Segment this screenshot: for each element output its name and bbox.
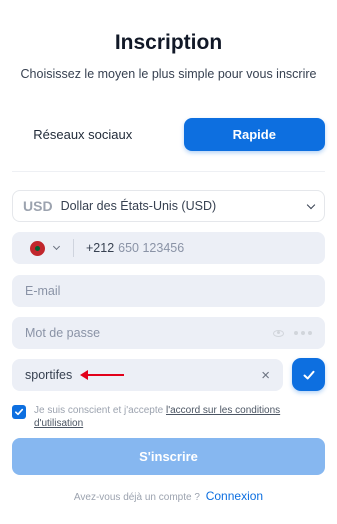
chevron-down-icon	[306, 200, 316, 209]
checkmark-icon	[15, 408, 24, 416]
registration-tabs: Réseaux sociaux Rapide	[12, 118, 325, 151]
email-placeholder: E-mail	[25, 284, 61, 298]
annotation-arrow-icon	[80, 370, 124, 380]
generate-password-icon[interactable]	[294, 331, 312, 335]
tab-social-networks[interactable]: Réseaux sociaux	[12, 118, 154, 151]
checkmark-icon	[303, 370, 314, 379]
terms-checkbox[interactable]	[12, 405, 26, 419]
eye-icon[interactable]	[273, 329, 284, 337]
currency-code: USD	[23, 198, 53, 214]
login-prompt: Avez-vous déjà un compte ? Connexion	[0, 489, 337, 503]
separator	[73, 239, 74, 257]
phone-field[interactable]: +212 650 123456	[12, 232, 325, 264]
promo-code-field[interactable]: sportifes ×	[12, 359, 283, 391]
phone-prefix: +212	[86, 241, 115, 255]
terms-text-block: Je suis conscient et j'accepte l'accord …	[34, 404, 325, 430]
terms-text: Je suis conscient et j'accepte	[34, 405, 164, 416]
clear-icon[interactable]: ×	[261, 367, 270, 384]
register-button[interactable]: S'inscrire	[12, 438, 325, 475]
registration-modal: Inscription Choisissez le moyen le plus …	[0, 0, 337, 524]
divider	[12, 171, 325, 172]
login-link[interactable]: Connexion	[206, 489, 263, 503]
password-field[interactable]: Mot de passe	[12, 317, 325, 349]
login-question: Avez-vous déjà un compte ?	[73, 492, 200, 503]
password-placeholder: Mot de passe	[25, 326, 101, 340]
page-title: Inscription	[114, 31, 223, 54]
tab-quick[interactable]: Rapide	[183, 118, 325, 151]
chevron-down-icon[interactable]	[52, 242, 61, 251]
currency-select[interactable]: USD Dollar des États-Unis (USD)	[12, 190, 325, 222]
promo-code-value: sportifes	[25, 368, 73, 382]
phone-input[interactable]: 650 123456	[118, 241, 184, 255]
terms-agreement: Je suis conscient et j'accepte l'accord …	[12, 404, 325, 430]
page-subtitle: Choisissez le moyen le plus simple pour …	[20, 67, 317, 81]
morocco-flag-icon[interactable]	[30, 240, 45, 256]
currency-name: Dollar des États-Unis (USD)	[60, 199, 217, 213]
promo-apply-button[interactable]	[292, 358, 325, 391]
email-field[interactable]: E-mail	[12, 275, 325, 307]
